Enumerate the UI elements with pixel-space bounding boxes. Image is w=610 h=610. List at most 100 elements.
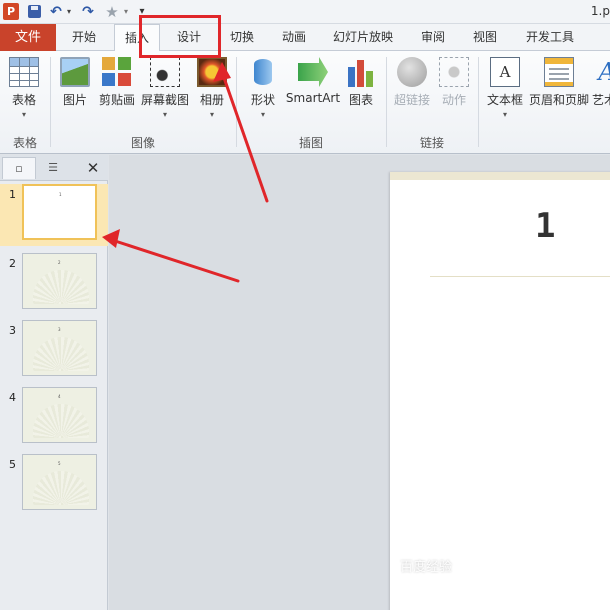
slide-number: 4 xyxy=(9,391,16,404)
textbox-icon: A xyxy=(490,57,520,87)
slide-thumbnail-image: 3 xyxy=(22,320,97,376)
tab-home[interactable]: 开始 xyxy=(62,24,106,51)
picture-icon xyxy=(60,57,90,87)
tab-file[interactable]: 文件 xyxy=(0,24,56,51)
fan-background-icon xyxy=(33,471,89,505)
insert-action-button[interactable]: 动作 xyxy=(438,55,470,108)
insert-shapes-label: 形状 xyxy=(250,93,275,107)
chevron-down-icon: ▾ xyxy=(502,110,507,119)
hyperlink-icon xyxy=(397,57,427,87)
group-label-images: 图像 xyxy=(130,136,155,150)
insert-chart-button[interactable]: 图表 xyxy=(344,55,378,108)
fan-background-icon xyxy=(33,404,89,438)
insert-smartart-button[interactable]: SmartArt xyxy=(285,55,341,105)
slides-panel: ▫ ☰ ✕ 1 1 2 2 3 3 4 4 5 5 xyxy=(0,155,108,610)
insert-album-label: 相册 xyxy=(199,93,224,107)
undo-icon[interactable]: ↶ xyxy=(48,3,64,21)
ribbon-tab-bar: 文件 开始 插入 设计 切换 动画 幻灯片放映 审阅 视图 开发工具 xyxy=(0,24,610,52)
powerpoint-icon[interactable]: P xyxy=(3,3,19,20)
thumbnail-mini-number: 2 xyxy=(58,260,61,265)
star-dropdown-icon[interactable]: ▾ xyxy=(122,3,130,21)
wordart-icon: A xyxy=(592,57,610,87)
slides-panel-header: ▫ ☰ ✕ xyxy=(0,155,108,181)
ribbon-insert: 表格 ▾ 图片 剪贴画 屏幕截图 ▾ 相册 ▾ 形状 ▾ SmartArt 图表… xyxy=(0,51,610,154)
insert-picture-label: 图片 xyxy=(62,93,87,107)
insert-textbox-button[interactable]: A 文本框 ▾ xyxy=(484,55,526,119)
fan-background-icon xyxy=(33,337,89,371)
slides-icon[interactable]: ▫ xyxy=(2,157,36,179)
insert-hyperlink-button[interactable]: 超链接 xyxy=(392,55,432,108)
slide-thumbnail-image: 5 xyxy=(22,454,97,510)
tab-animations[interactable]: 动画 xyxy=(272,24,316,51)
group-label-illustrations: 插图 xyxy=(298,136,323,150)
action-icon xyxy=(439,57,469,87)
insert-wordart-button[interactable]: A 艺术 xyxy=(592,55,610,108)
watermark: 百度经验 xyxy=(400,560,453,575)
design-tab-highlight xyxy=(139,15,221,58)
thumbnail-mini-number: 4 xyxy=(58,394,61,399)
chart-icon xyxy=(346,57,376,87)
insert-textbox-label: 文本框 xyxy=(486,93,523,107)
window-title: 1.p xyxy=(590,4,610,18)
slide-thumbnail[interactable]: 1 1 xyxy=(0,184,108,246)
slide-title-number[interactable]: 1 xyxy=(535,206,555,246)
current-slide[interactable]: 1 xyxy=(390,172,610,610)
insert-shapes-button[interactable]: 形状 ▾ xyxy=(246,55,280,119)
insert-album-button[interactable]: 相册 ▾ xyxy=(196,55,228,119)
slide-thumbnail[interactable]: 4 4 xyxy=(0,387,108,449)
title-bar: P ↶ ▾ ↷ ★ ▾ ▾ 1.p xyxy=(0,0,610,24)
chevron-down-icon: ▾ xyxy=(260,110,265,119)
slide-number: 5 xyxy=(9,458,16,471)
insert-clipart-button[interactable]: 剪贴画 xyxy=(97,55,137,108)
photo-album-icon xyxy=(197,57,227,87)
smartart-icon xyxy=(298,57,328,87)
chevron-down-icon: ▾ xyxy=(21,110,26,119)
insert-table-label: 表格 xyxy=(11,93,36,107)
slide-number: 2 xyxy=(9,257,16,270)
insert-screenshot-button[interactable]: 屏幕截图 ▾ xyxy=(140,55,190,119)
undo-dropdown-icon[interactable]: ▾ xyxy=(65,3,73,21)
insert-header-footer-button[interactable]: 页眉和页脚 xyxy=(528,55,590,108)
insert-wordart-label: 艺术 xyxy=(592,93,610,107)
slide-divider xyxy=(430,276,610,277)
insert-hyperlink-label: 超链接 xyxy=(393,93,430,107)
insert-clipart-label: 剪贴画 xyxy=(98,93,135,107)
insert-smartart-label: SmartArt xyxy=(285,91,341,105)
tab-review[interactable]: 审阅 xyxy=(412,24,454,51)
tab-developer[interactable]: 开发工具 xyxy=(518,24,582,51)
group-label-links: 链接 xyxy=(419,136,444,150)
insert-table-button[interactable]: 表格 ▾ xyxy=(6,55,42,119)
redo-icon[interactable]: ↷ xyxy=(80,3,96,21)
thumbnail-mini-number: 3 xyxy=(58,327,61,332)
slide-number: 3 xyxy=(9,324,16,337)
insert-header-footer-label: 页眉和页脚 xyxy=(528,93,589,107)
group-separator xyxy=(478,57,479,147)
slide-thumbnail[interactable]: 3 3 xyxy=(0,320,108,382)
star-icon[interactable]: ★ xyxy=(104,3,120,21)
chevron-down-icon: ▾ xyxy=(209,110,214,119)
tab-view[interactable]: 视图 xyxy=(464,24,506,51)
insert-screenshot-label: 屏幕截图 xyxy=(140,93,189,107)
slide-thumbnail[interactable]: 2 2 xyxy=(0,253,108,315)
slide-number: 1 xyxy=(9,188,16,201)
outline-icon[interactable]: ☰ xyxy=(38,157,68,179)
slide-editing-canvas[interactable]: 1 xyxy=(109,155,610,610)
insert-picture-button[interactable]: 图片 xyxy=(58,55,92,108)
insert-chart-label: 图表 xyxy=(348,93,373,107)
table-icon xyxy=(9,57,39,87)
slide-thumbnail[interactable]: 5 5 xyxy=(0,454,108,516)
group-label-tables: 表格 xyxy=(12,136,37,150)
thumbnail-mini-number: 1 xyxy=(59,192,62,197)
clipart-icon xyxy=(102,57,132,87)
close-icon[interactable]: ✕ xyxy=(82,157,104,179)
thumbnail-mini-number: 5 xyxy=(58,461,61,466)
tab-transitions[interactable]: 切换 xyxy=(220,24,264,51)
tab-slideshow[interactable]: 幻灯片放映 xyxy=(326,24,400,51)
fan-background-icon xyxy=(33,270,89,304)
slide-thumbnail-image: 4 xyxy=(22,387,97,443)
chevron-down-icon: ▾ xyxy=(162,110,167,119)
slide-thumbnail-image: 2 xyxy=(22,253,97,309)
header-footer-icon xyxy=(544,57,574,87)
shapes-icon xyxy=(248,57,278,87)
save-icon[interactable] xyxy=(26,3,42,21)
